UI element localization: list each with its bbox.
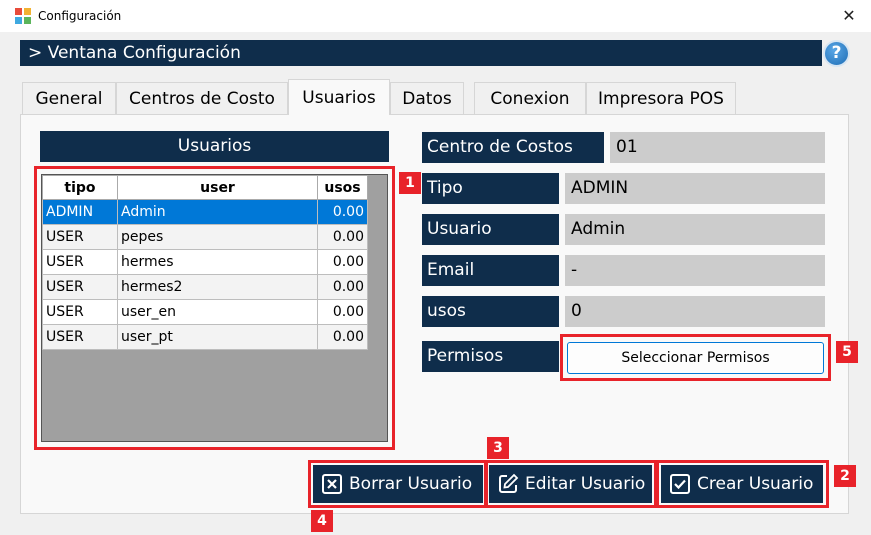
cell-usos: 0.00 [317, 224, 368, 250]
delete-x-icon [322, 474, 342, 494]
cell-usos: 0.00 [317, 249, 368, 275]
editar-usuario-label: Editar Usuario [525, 474, 646, 494]
cell-tipo: USER [42, 274, 118, 300]
tab-datos[interactable]: Datos [390, 82, 464, 114]
usuario-value: Admin [565, 214, 825, 245]
crear-usuario-label: Crear Usuario [697, 474, 814, 494]
usuario-label: Usuario [422, 214, 559, 245]
table-row[interactable]: USER user_pt 0.00 [42, 324, 368, 350]
edit-pencil-icon [499, 473, 519, 493]
tab-general[interactable]: General [22, 82, 116, 114]
table-row[interactable]: USER hermes2 0.00 [42, 274, 368, 300]
email-label: Email [422, 255, 559, 286]
users-grid[interactable]: tipo user usos ADMIN Admin 0.00 USER pep… [41, 174, 388, 442]
annotation-badge-4: 4 [311, 510, 333, 532]
cell-user: Admin [117, 199, 318, 225]
column-header-user[interactable]: user [117, 175, 318, 200]
column-header-usos[interactable]: usos [317, 175, 368, 200]
cell-tipo: ADMIN [42, 199, 118, 225]
tipo-value: ADMIN [565, 173, 825, 204]
window-title: Configuración [38, 9, 122, 23]
table-row[interactable]: USER user_en 0.00 [42, 299, 368, 325]
seleccionar-permisos-button[interactable]: Seleccionar Permisos [567, 342, 824, 374]
column-header-tipo[interactable]: tipo [42, 175, 118, 200]
cell-tipo: USER [42, 249, 118, 275]
tab-impresora-pos[interactable]: Impresora POS [586, 82, 736, 114]
tab-conexion[interactable]: Conexion [474, 82, 586, 114]
table-row[interactable]: USER pepes 0.00 [42, 224, 368, 250]
centro-costos-value: 01 [610, 132, 825, 163]
annotation-badge-2: 2 [834, 465, 856, 487]
crear-usuario-button[interactable]: Crear Usuario [661, 465, 823, 503]
centro-costos-label: Centro de Costos [422, 132, 604, 163]
tab-usuarios[interactable]: Usuarios [288, 79, 390, 115]
cell-usos: 0.00 [317, 299, 368, 325]
table-row[interactable]: USER hermes 0.00 [42, 249, 368, 275]
table-row[interactable]: ADMIN Admin 0.00 [42, 199, 368, 225]
email-value: - [565, 255, 825, 286]
borrar-usuario-button[interactable]: Borrar Usuario [313, 465, 483, 503]
cell-user: pepes [117, 224, 318, 250]
cell-tipo: USER [42, 324, 118, 350]
annotation-badge-1: 1 [399, 172, 421, 194]
cell-tipo: USER [42, 224, 118, 250]
usos-value: 0 [565, 296, 825, 327]
app-logo-icon [15, 8, 31, 24]
cell-user: hermes [117, 249, 318, 275]
usos-label: usos [422, 296, 559, 327]
annotation-badge-5: 5 [836, 341, 858, 363]
cell-usos: 0.00 [317, 274, 368, 300]
cell-user: user_en [117, 299, 318, 325]
cell-user: user_pt [117, 324, 318, 350]
help-icon[interactable]: ? [823, 40, 850, 67]
borrar-usuario-label: Borrar Usuario [349, 474, 473, 494]
checkbox-check-icon [670, 474, 690, 494]
users-list-title: Usuarios [40, 131, 389, 162]
cell-user: hermes2 [117, 274, 318, 300]
close-icon[interactable]: ✕ [834, 4, 864, 28]
users-table[interactable]: tipo user usos ADMIN Admin 0.00 USER pep… [42, 175, 368, 350]
tipo-label: Tipo [422, 173, 559, 204]
window-titlebar: Configuración ✕ [0, 0, 871, 32]
cell-usos: 0.00 [317, 324, 368, 350]
page-title: > Ventana Configuración [20, 40, 822, 66]
permisos-label: Permisos [422, 341, 559, 372]
annotation-badge-3: 3 [487, 437, 509, 459]
cell-tipo: USER [42, 299, 118, 325]
editar-usuario-button[interactable]: Editar Usuario [489, 465, 652, 503]
tab-centros-de-costo[interactable]: Centros de Costo [116, 82, 288, 114]
cell-usos: 0.00 [317, 199, 368, 225]
